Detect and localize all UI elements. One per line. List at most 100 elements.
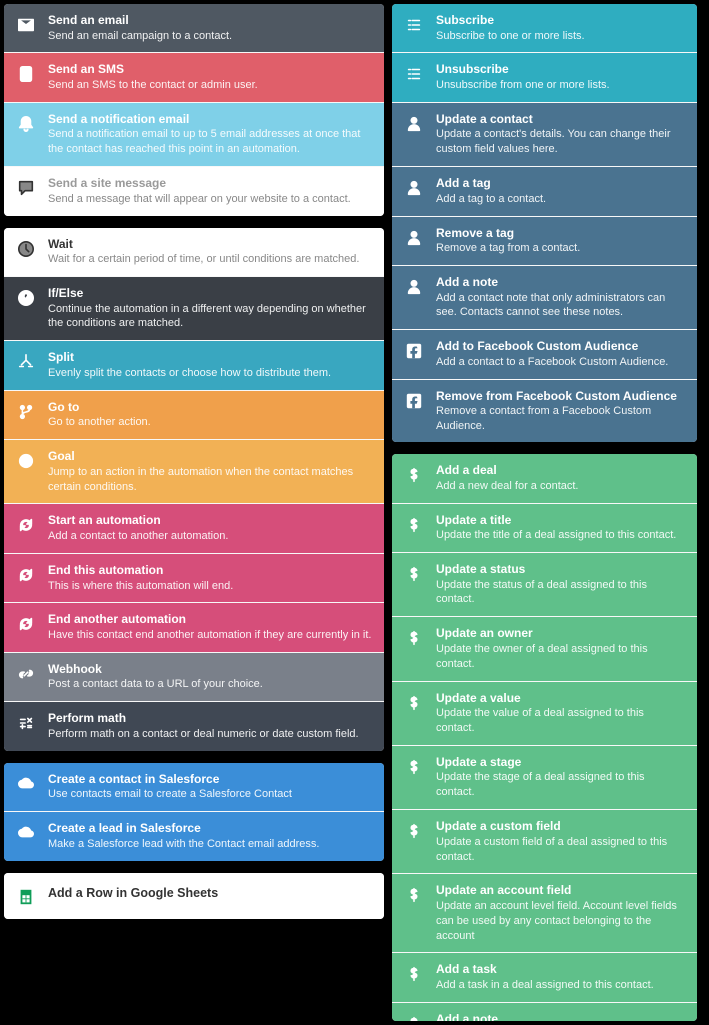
action-item[interactable]: Remove a tagRemove a tag from a contact. xyxy=(392,217,697,265)
item-title: Add a deal xyxy=(436,463,685,479)
item-title: Add to Facebook Custom Audience xyxy=(436,339,685,355)
panel-salesforce: Create a contact in SalesforceUse contac… xyxy=(4,763,384,861)
item-text: Send an emailSend an email campaign to a… xyxy=(48,13,372,43)
item-text: Add a noteAdd a contact note that only a… xyxy=(436,275,685,320)
item-desc: Update a contact's details. You can chan… xyxy=(436,127,685,157)
bell-icon xyxy=(16,114,36,134)
link-icon xyxy=(16,664,36,684)
action-item[interactable]: Start an automationAdd a contact to anot… xyxy=(4,504,384,552)
action-item[interactable]: UnsubscribeUnsubscribe from one or more … xyxy=(392,53,697,101)
item-title: Remove from Facebook Custom Audience xyxy=(436,389,685,405)
action-item[interactable]: Send a notification emailSend a notifica… xyxy=(4,103,384,166)
panel-messaging: Send an emailSend an email campaign to a… xyxy=(4,4,384,216)
item-title: Goal xyxy=(48,449,372,465)
item-title: Add a note xyxy=(436,1012,685,1021)
math-icon xyxy=(16,713,36,733)
item-desc: This is where this automation will end. xyxy=(48,579,372,594)
action-item[interactable]: Go toGo to another action. xyxy=(4,391,384,439)
dollar-icon xyxy=(404,821,424,841)
action-item[interactable]: SplitEvenly split the contacts or choose… xyxy=(4,341,384,389)
item-desc: Use contacts email to create a Salesforc… xyxy=(48,787,372,802)
item-desc: Update the stage of a deal assigned to t… xyxy=(436,770,685,800)
item-desc: Go to another action. xyxy=(48,415,372,430)
sheets-icon xyxy=(16,887,36,907)
cloud-icon xyxy=(16,774,36,794)
item-desc: Add a contact to a Facebook Custom Audie… xyxy=(436,355,685,370)
dollar-icon xyxy=(404,1014,424,1021)
action-item[interactable]: Update a contactUpdate a contact's detai… xyxy=(392,103,697,166)
item-text: UnsubscribeUnsubscribe from one or more … xyxy=(436,62,685,92)
item-text: End this automationThis is where this au… xyxy=(48,563,372,593)
action-item[interactable]: End this automationThis is where this au… xyxy=(4,554,384,602)
item-text: GoalJump to an action in the automation … xyxy=(48,449,372,494)
item-desc: Send a message that will appear on your … xyxy=(48,192,372,207)
refresh-icon xyxy=(16,515,36,535)
item-title: Subscribe xyxy=(436,13,685,29)
item-text: End another automationHave this contact … xyxy=(48,612,372,642)
person-icon xyxy=(404,114,424,134)
item-text: Start an automationAdd a contact to anot… xyxy=(48,513,372,543)
action-item[interactable]: Create a lead in SalesforceMake a Salesf… xyxy=(4,812,384,860)
item-title: Remove a tag xyxy=(436,226,685,242)
person-icon xyxy=(404,178,424,198)
action-item[interactable]: Update a custom fieldUpdate a custom fie… xyxy=(392,810,697,873)
mail-icon xyxy=(16,15,36,35)
item-desc: Perform math on a contact or deal numeri… xyxy=(48,727,372,742)
branch-icon xyxy=(16,402,36,422)
action-item[interactable]: Add a noteAdd a contact note that only a… xyxy=(392,266,697,329)
action-item[interactable]: Update an ownerUpdate the owner of a dea… xyxy=(392,617,697,680)
action-item[interactable]: SubscribeSubscribe to one or more lists. xyxy=(392,4,697,52)
action-item[interactable]: GoalJump to an action in the automation … xyxy=(4,440,384,503)
item-desc: Post a contact data to a URL of your cho… xyxy=(48,677,372,692)
action-item[interactable]: Send a site messageSend a message that w… xyxy=(4,167,384,215)
item-text: Send a site messageSend a message that w… xyxy=(48,176,372,206)
item-title: Go to xyxy=(48,400,372,416)
dollar-icon xyxy=(404,465,424,485)
item-text: If/ElseContinue the automation in a diff… xyxy=(48,286,372,331)
action-item[interactable]: If/ElseContinue the automation in a diff… xyxy=(4,277,384,340)
dollar-icon xyxy=(404,757,424,777)
facebook-icon xyxy=(404,391,424,411)
action-item[interactable]: Add a tagAdd a tag to a contact. xyxy=(392,167,697,215)
action-item[interactable]: Update an account fieldUpdate an account… xyxy=(392,874,697,952)
item-text: Update an account fieldUpdate an account… xyxy=(436,883,685,943)
refresh-icon xyxy=(16,565,36,585)
action-item[interactable]: Update a titleUpdate the title of a deal… xyxy=(392,504,697,552)
item-desc: Update the status of a deal assigned to … xyxy=(436,578,685,608)
action-item[interactable]: WebhookPost a contact data to a URL of y… xyxy=(4,653,384,701)
item-desc: Subscribe to one or more lists. xyxy=(436,29,685,44)
action-item[interactable]: Update a valueUpdate the value of a deal… xyxy=(392,682,697,745)
list-icon xyxy=(404,64,424,84)
action-item[interactable]: End another automationHave this contact … xyxy=(4,603,384,651)
item-desc: Remove a contact from a Facebook Custom … xyxy=(436,404,685,434)
action-item[interactable]: Add a noteAdd a note in a deal assigned … xyxy=(392,1003,697,1021)
action-item[interactable]: Update a statusUpdate the status of a de… xyxy=(392,553,697,616)
item-desc: Wait for a certain period of time, or un… xyxy=(48,252,372,267)
item-title: Send an email xyxy=(48,13,372,29)
item-desc: Evenly split the contacts or choose how … xyxy=(48,366,372,381)
item-desc: Update the title of a deal assigned to t… xyxy=(436,528,685,543)
item-title: Update a custom field xyxy=(436,819,685,835)
action-item[interactable]: Send an SMSSend an SMS to the contact or… xyxy=(4,53,384,101)
action-item[interactable]: Update a stageUpdate the stage of a deal… xyxy=(392,746,697,809)
item-title: Update a value xyxy=(436,691,685,707)
item-title: End this automation xyxy=(48,563,372,579)
item-desc: Add a tag to a contact. xyxy=(436,192,685,207)
action-item[interactable]: WaitWait for a certain period of time, o… xyxy=(4,228,384,276)
item-title: Update an owner xyxy=(436,626,685,642)
chat-icon xyxy=(16,178,36,198)
action-item[interactable]: Remove from Facebook Custom AudienceRemo… xyxy=(392,380,697,442)
item-text: Add a Row in Google Sheets xyxy=(48,885,372,901)
action-item[interactable]: Perform mathPerform math on a contact or… xyxy=(4,702,384,750)
action-item[interactable]: Create a contact in SalesforceUse contac… xyxy=(4,763,384,811)
action-item[interactable]: Add a Row in Google Sheets xyxy=(4,873,384,919)
item-title: If/Else xyxy=(48,286,372,302)
item-text: Add a noteAdd a note in a deal assigned … xyxy=(436,1012,685,1021)
action-item[interactable]: Add a taskAdd a task in a deal assigned … xyxy=(392,953,697,1001)
action-item[interactable]: Send an emailSend an email campaign to a… xyxy=(4,4,384,52)
action-item[interactable]: Add a dealAdd a new deal for a contact. xyxy=(392,454,697,502)
item-desc: Update an account level field. Account l… xyxy=(436,899,685,944)
item-desc: Send an email campaign to a contact. xyxy=(48,29,372,44)
action-item[interactable]: Add to Facebook Custom AudienceAdd a con… xyxy=(392,330,697,378)
item-text: Send a notification emailSend a notifica… xyxy=(48,112,372,157)
